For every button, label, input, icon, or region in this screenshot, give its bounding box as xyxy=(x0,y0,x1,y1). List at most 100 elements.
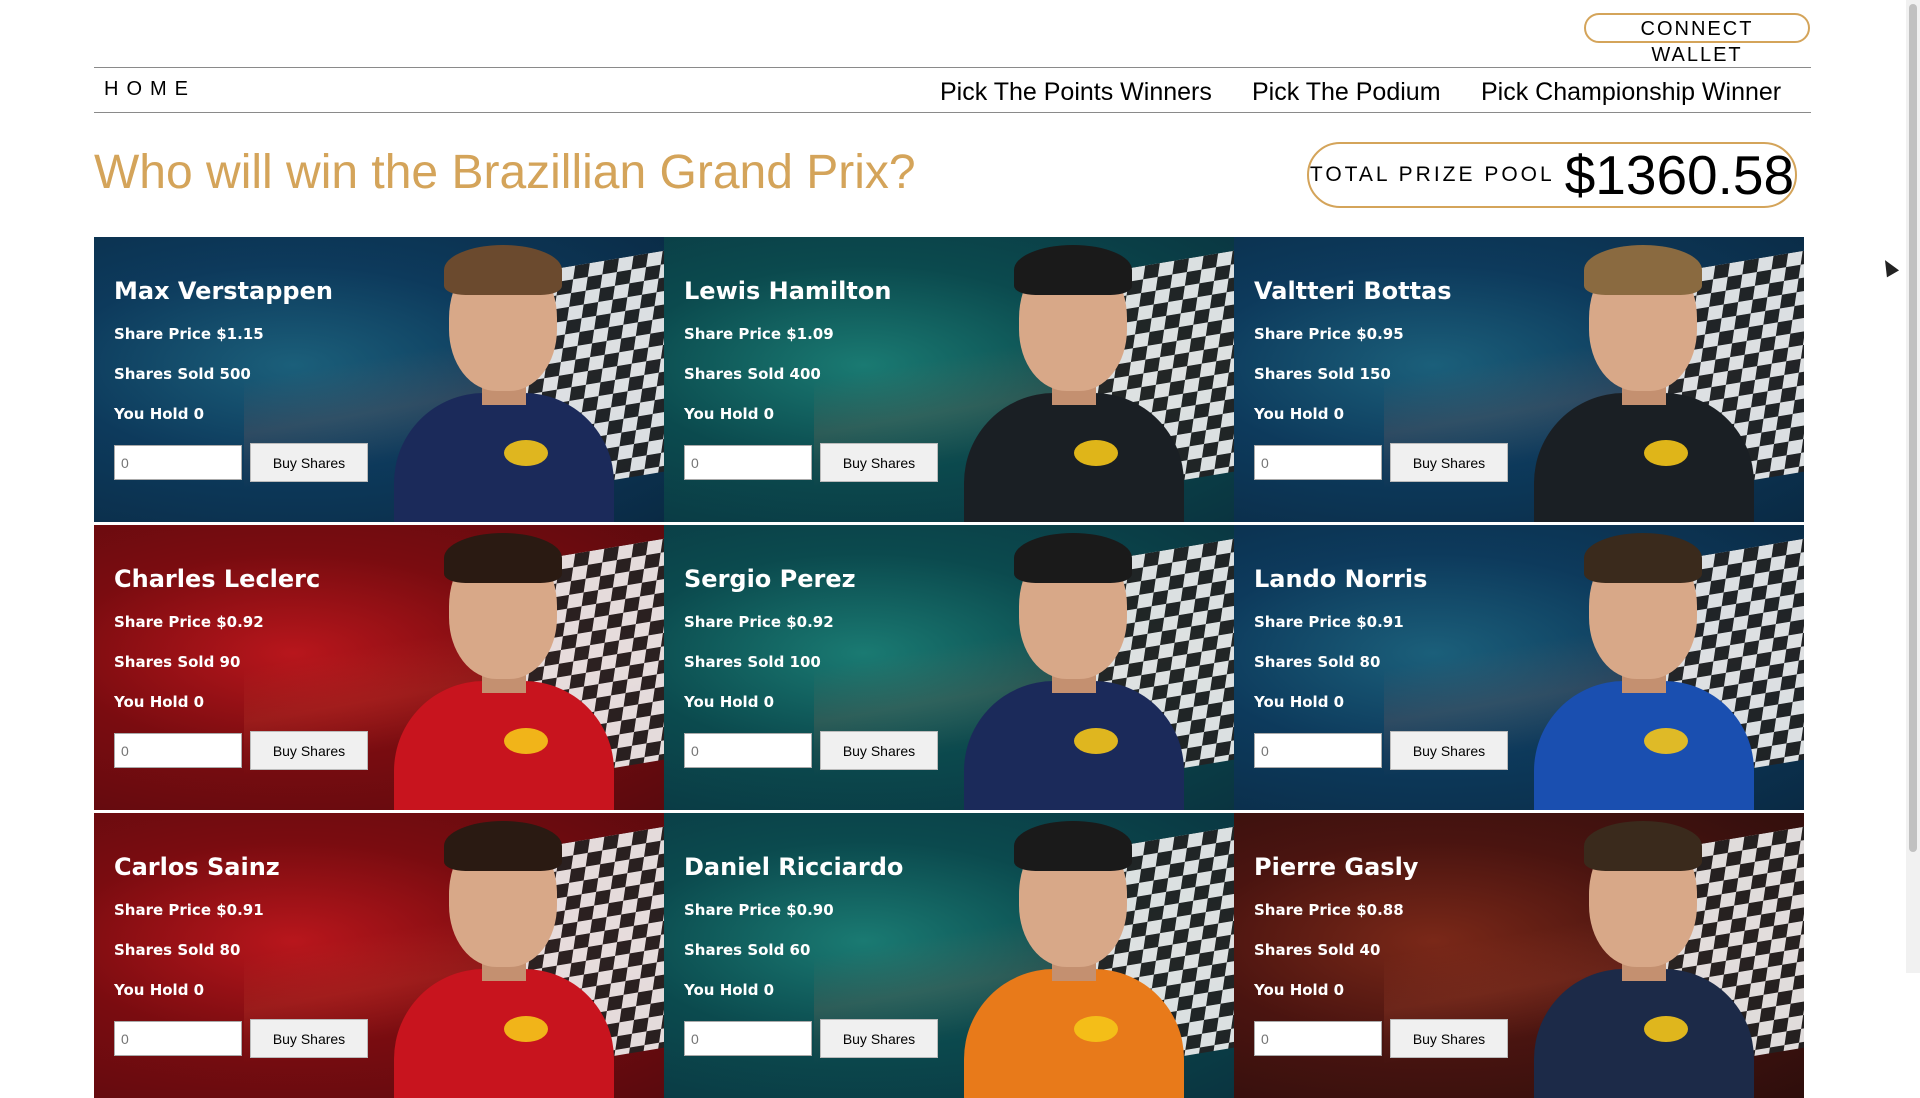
driver-hair xyxy=(444,821,562,871)
driver-portrait xyxy=(964,533,1184,810)
share-quantity-input[interactable] xyxy=(684,1021,812,1056)
nav-home-link[interactable]: HOME xyxy=(104,78,196,101)
driver-portrait xyxy=(394,533,614,810)
share-price: Share Price $0.91 xyxy=(114,901,264,919)
driver-portrait xyxy=(964,245,1184,522)
connect-wallet-button[interactable]: CONNECT WALLET xyxy=(1584,13,1810,66)
driver-suit xyxy=(394,969,614,1098)
driver-info: Lewis Hamilton Share Price $1.09 Shares … xyxy=(684,277,891,445)
driver-hair xyxy=(444,245,562,295)
share-price: Share Price $0.90 xyxy=(684,901,834,919)
scrollbar-thumb[interactable] xyxy=(1909,4,1917,852)
sponsor-logo-icon xyxy=(1644,440,1688,466)
buy-row: Buy Shares xyxy=(114,1019,368,1058)
main-navigation: HOME Pick The Points Winners Pick The Po… xyxy=(94,67,1811,113)
driver-suit xyxy=(964,681,1184,810)
driver-card: Carlos Sainz Share Price $0.91 Shares So… xyxy=(94,813,664,1098)
share-quantity-input[interactable] xyxy=(1254,445,1382,480)
page-title: Who will win the Brazillian Grand Prix? xyxy=(94,146,916,199)
share-price: Share Price $0.92 xyxy=(114,613,264,631)
sponsor-logo-icon xyxy=(1644,728,1688,754)
share-quantity-input[interactable] xyxy=(1254,733,1382,768)
driver-hair xyxy=(1014,821,1132,871)
driver-hair xyxy=(1584,245,1702,295)
driver-name: Sergio Perez xyxy=(684,565,856,593)
share-quantity-input[interactable] xyxy=(114,1021,242,1056)
driver-suit xyxy=(964,969,1184,1098)
buy-row: Buy Shares xyxy=(1254,1019,1508,1058)
share-price: Share Price $0.95 xyxy=(1254,325,1404,343)
driver-card: Pierre Gasly Share Price $0.88 Shares So… xyxy=(1234,813,1804,1098)
buy-row: Buy Shares xyxy=(1254,731,1508,770)
nav-pick-podium-link[interactable]: Pick The Podium xyxy=(1252,78,1441,107)
shares-sold: Shares Sold 80 xyxy=(114,941,241,959)
sponsor-logo-icon xyxy=(504,1016,548,1042)
buy-shares-button[interactable]: Buy Shares xyxy=(1390,1019,1508,1058)
driver-info: Pierre Gasly Share Price $0.88 Shares So… xyxy=(1254,853,1418,1021)
nav-pick-points-winners-link[interactable]: Pick The Points Winners xyxy=(940,78,1212,107)
driver-card: Max Verstappen Share Price $1.15 Shares … xyxy=(94,237,664,522)
buy-shares-button[interactable]: Buy Shares xyxy=(250,731,368,770)
shares-sold: Shares Sold 150 xyxy=(1254,365,1391,383)
shares-sold: Shares Sold 500 xyxy=(114,365,251,383)
share-quantity-input[interactable] xyxy=(684,733,812,768)
driver-info: Valtteri Bottas Share Price $0.95 Shares… xyxy=(1254,277,1452,445)
share-price: Share Price $0.88 xyxy=(1254,901,1404,919)
buy-row: Buy Shares xyxy=(684,1019,938,1058)
buy-shares-button[interactable]: Buy Shares xyxy=(250,443,368,482)
shares-sold: Shares Sold 60 xyxy=(684,941,811,959)
driver-suit xyxy=(1534,393,1754,522)
driver-info: Sergio Perez Share Price $0.92 Shares So… xyxy=(684,565,856,733)
you-hold: You Hold 0 xyxy=(114,693,205,711)
buy-shares-button[interactable]: Buy Shares xyxy=(1390,731,1508,770)
driver-hair xyxy=(1584,821,1702,871)
vertical-scrollbar[interactable] xyxy=(1906,0,1920,973)
you-hold: You Hold 0 xyxy=(1254,405,1345,423)
driver-portrait xyxy=(1534,533,1754,810)
shares-sold: Shares Sold 90 xyxy=(114,653,241,671)
you-hold: You Hold 0 xyxy=(684,405,775,423)
buy-shares-button[interactable]: Buy Shares xyxy=(820,731,938,770)
driver-info: Max Verstappen Share Price $1.15 Shares … xyxy=(114,277,333,445)
driver-hair xyxy=(1014,533,1132,583)
you-hold: You Hold 0 xyxy=(684,693,775,711)
sponsor-logo-icon xyxy=(1074,728,1118,754)
driver-portrait xyxy=(394,821,614,1098)
driver-hair xyxy=(1584,533,1702,583)
share-quantity-input[interactable] xyxy=(684,445,812,480)
driver-suit xyxy=(1534,969,1754,1098)
driver-info: Lando Norris Share Price $0.91 Shares So… xyxy=(1254,565,1427,733)
driver-suit xyxy=(964,393,1184,522)
you-hold: You Hold 0 xyxy=(114,981,205,999)
driver-card: Sergio Perez Share Price $0.92 Shares So… xyxy=(664,525,1234,810)
nav-pick-championship-winner-link[interactable]: Pick Championship Winner xyxy=(1481,78,1781,107)
buy-shares-button[interactable]: Buy Shares xyxy=(820,443,938,482)
driver-portrait xyxy=(1534,245,1754,522)
buy-shares-button[interactable]: Buy Shares xyxy=(250,1019,368,1058)
sponsor-logo-icon xyxy=(1074,440,1118,466)
share-price: Share Price $1.09 xyxy=(684,325,834,343)
sponsor-logo-icon xyxy=(504,728,548,754)
share-quantity-input[interactable] xyxy=(114,445,242,480)
share-quantity-input[interactable] xyxy=(1254,1021,1382,1056)
buy-shares-button[interactable]: Buy Shares xyxy=(1390,443,1508,482)
sponsor-logo-icon xyxy=(504,440,548,466)
shares-sold: Shares Sold 80 xyxy=(1254,653,1381,671)
driver-portrait xyxy=(394,245,614,522)
buy-row: Buy Shares xyxy=(684,443,938,482)
shares-sold: Shares Sold 100 xyxy=(684,653,821,671)
buy-row: Buy Shares xyxy=(114,731,368,770)
driver-portrait xyxy=(964,821,1184,1098)
buy-row: Buy Shares xyxy=(1254,443,1508,482)
share-quantity-input[interactable] xyxy=(114,733,242,768)
driver-name: Lando Norris xyxy=(1254,565,1428,593)
buy-row: Buy Shares xyxy=(114,443,368,482)
you-hold: You Hold 0 xyxy=(1254,693,1345,711)
prize-pool-value: $1360.58 xyxy=(1564,144,1795,206)
driver-hair xyxy=(1014,245,1132,295)
you-hold: You Hold 0 xyxy=(114,405,205,423)
driver-info: Carlos Sainz Share Price $0.91 Shares So… xyxy=(114,853,280,1021)
shares-sold: Shares Sold 40 xyxy=(1254,941,1381,959)
driver-card: Charles Leclerc Share Price $0.92 Shares… xyxy=(94,525,664,810)
buy-shares-button[interactable]: Buy Shares xyxy=(820,1019,938,1058)
